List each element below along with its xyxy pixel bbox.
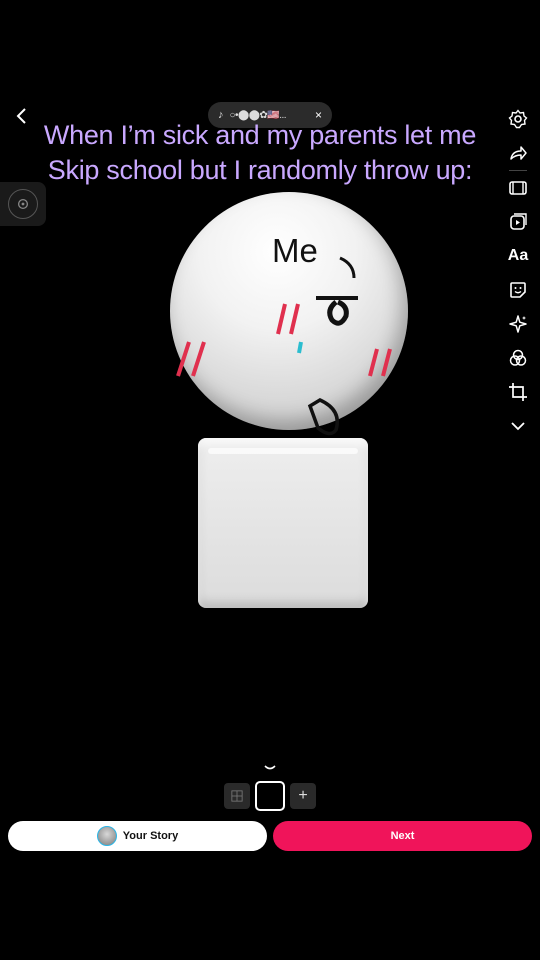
current-frame-thumbnail[interactable] <box>255 781 285 811</box>
blush-mark <box>368 348 379 377</box>
sparkle-icon <box>509 315 527 333</box>
video-edit-button[interactable] <box>502 171 534 205</box>
sticker-toggle-icon <box>8 189 38 219</box>
frame-grid-button[interactable] <box>224 783 250 809</box>
sticker-icon <box>510 282 526 298</box>
settings-button[interactable] <box>502 102 534 136</box>
add-frame-button[interactable]: + <box>290 783 316 809</box>
grid-icon <box>231 790 243 802</box>
next-label: Next <box>390 830 415 842</box>
text-aa-icon: Aa <box>507 247 529 264</box>
eyebrow-mark <box>339 256 356 279</box>
crop-button[interactable] <box>502 375 534 409</box>
text-button[interactable]: Aa <box>502 239 534 273</box>
filters-button[interactable] <box>502 341 534 375</box>
chevron-down-icon <box>511 422 525 431</box>
avatar <box>96 826 117 846</box>
caption-line-2: Skip school but I randomly throw up: <box>47 155 473 185</box>
eye-pupil <box>327 299 349 326</box>
blush-mark <box>289 303 300 335</box>
stickers-button[interactable] <box>502 273 534 307</box>
left-tool-button[interactable] <box>0 182 46 226</box>
share-button[interactable] <box>502 136 534 170</box>
frame-selector: + <box>224 781 320 811</box>
cube-sticker[interactable] <box>198 438 368 608</box>
crop-icon <box>509 383 527 401</box>
effects-button[interactable] <box>502 307 534 341</box>
share-arrow-icon <box>510 146 527 160</box>
blush-mark <box>276 303 287 335</box>
more-tools-button[interactable] <box>502 409 534 443</box>
expand-frames-icon[interactable] <box>262 762 278 774</box>
your-story-button[interactable]: Your Story <box>8 821 267 851</box>
right-toolbar: Aa <box>502 102 534 443</box>
mouth-mark <box>307 398 339 436</box>
blush-mark <box>191 341 206 377</box>
blush-mark <box>381 348 392 377</box>
template-play-icon <box>510 213 527 230</box>
filters-icon <box>509 349 527 366</box>
templates-button[interactable] <box>502 205 534 239</box>
next-button[interactable]: Next <box>273 821 532 851</box>
caption-text[interactable]: When I’m sick and my parents let me Skip… <box>14 118 506 188</box>
tear-mark <box>297 341 303 354</box>
settings-icon <box>508 109 528 129</box>
face-drawing <box>176 256 392 436</box>
your-story-label: Your Story <box>122 830 179 842</box>
caption-line-1: When I’m sick and my parents let me <box>43 120 477 150</box>
film-icon <box>509 181 527 195</box>
blush-mark <box>176 341 191 377</box>
